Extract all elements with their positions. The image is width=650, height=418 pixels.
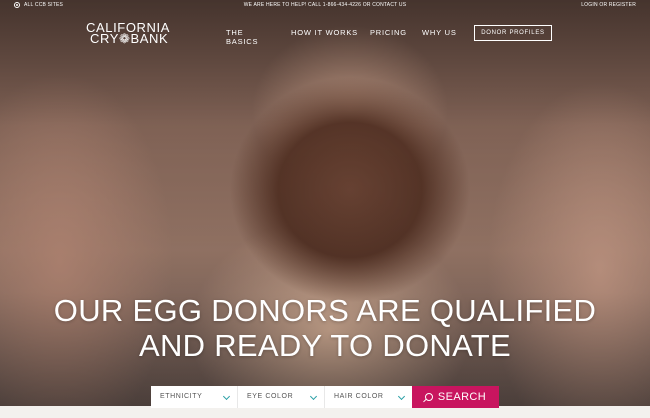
login-register-link[interactable]: LOGIN OR REGISTER — [581, 2, 636, 8]
hair-color-label: HAIR COLOR — [334, 393, 384, 400]
help-contact-text[interactable]: WE ARE HERE TO HELP! CALL 1-866-434-4226… — [0, 2, 650, 8]
hair-color-select[interactable]: HAIR COLOR — [325, 386, 412, 408]
nav-item-pricing[interactable]: PRICING — [370, 28, 407, 37]
california-cryobank-logo[interactable]: CALIFORNIA CRY❁BANK — [86, 21, 170, 46]
chevron-down-icon — [309, 392, 318, 401]
ethnicity-label: ETHNICITY — [160, 393, 203, 400]
eye-color-label: EYE COLOR — [247, 393, 294, 400]
top-utility-bar: ALL CCB SITES WE ARE HERE TO HELP! CALL … — [0, 0, 650, 11]
eye-color-select[interactable]: EYE COLOR — [238, 386, 325, 408]
donor-search-bar: ETHNICITY EYE COLOR HAIR COLOR SEARCH — [151, 386, 499, 408]
search-button[interactable]: SEARCH — [412, 386, 499, 408]
search-button-label: SEARCH — [437, 391, 487, 403]
search-icon — [424, 393, 433, 401]
nav-item-why-us[interactable]: WHY US — [422, 28, 457, 37]
chevron-down-icon — [222, 392, 231, 401]
nav-item-how-it-works[interactable]: HOW IT WORKS — [291, 28, 358, 37]
headline-line-2: AND READY TO DONATE — [138, 328, 512, 363]
hero-headline: OUR EGG DONORS ARE QUALIFIED AND READY T… — [0, 293, 650, 363]
headline-line-1: OUR EGG DONORS ARE QUALIFIED — [53, 293, 597, 328]
chevron-down-icon — [397, 392, 406, 401]
ethnicity-select[interactable]: ETHNICITY — [151, 386, 238, 408]
nav-item-the-basics[interactable]: THE BASICS — [226, 28, 258, 46]
donor-profiles-button[interactable]: DONOR PROFILES — [474, 25, 552, 41]
logo-line-2: CRY❁BANK — [90, 31, 169, 46]
